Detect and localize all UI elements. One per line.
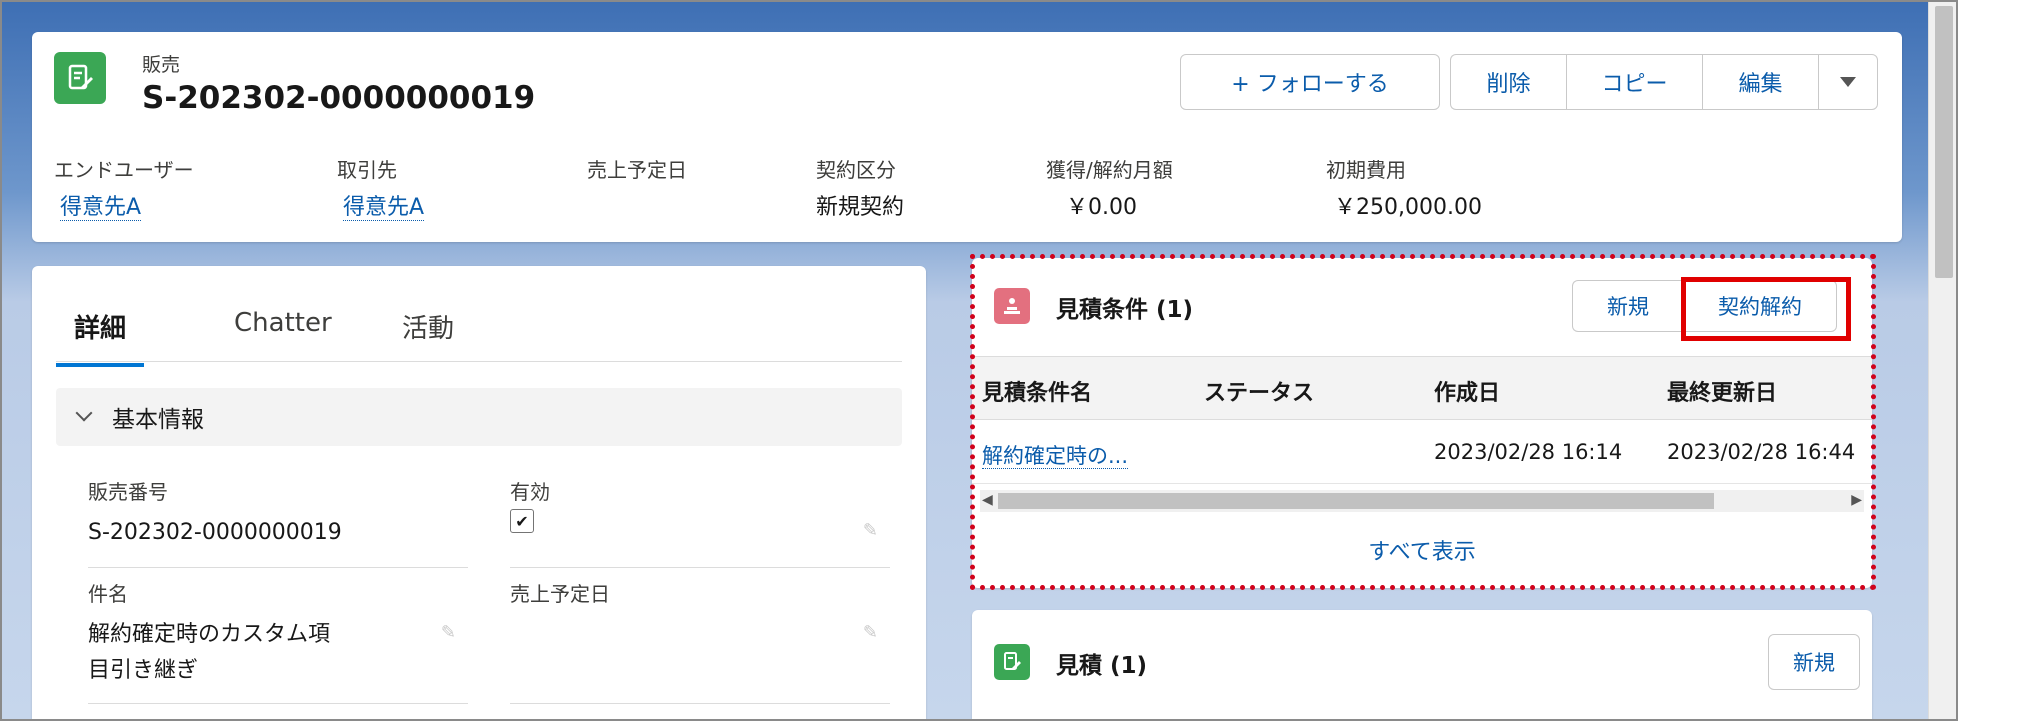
view-all-link[interactable]: すべて表示 (972, 534, 1872, 566)
sales-record-icon (54, 52, 106, 104)
object-label: 販売 (142, 54, 181, 76)
follow-button[interactable]: + フォローする (1180, 54, 1440, 110)
scroll-right-icon[interactable]: ▶ (1851, 492, 1862, 508)
screenshot-border (1956, 0, 1970, 721)
scroll-left-icon[interactable]: ◀ (982, 492, 993, 508)
vertical-scrollbar[interactable] (1928, 2, 1958, 719)
tab-activity[interactable]: 活動 (402, 308, 454, 363)
tab-chatter[interactable]: Chatter (234, 308, 332, 356)
highlight-label: 獲得/解約月額 (1046, 158, 1173, 182)
field-label: 売上予定日 (510, 582, 610, 606)
highlight-end-user: エンドユーザー 得意先A (54, 154, 194, 221)
field-sales-number: 販売番号 S-202302-0000000019 (88, 476, 468, 568)
action-button-group: 削除 コピー 編集 (1450, 54, 1878, 110)
subject-line-2: 目引き継ぎ (88, 658, 199, 683)
scrollbar-thumb[interactable] (1935, 6, 1953, 278)
pencil-icon[interactable]: ✎ (441, 622, 456, 643)
highlight-value: 新規契約 (816, 195, 905, 220)
more-actions-button[interactable] (1818, 54, 1878, 110)
tab-bar: 詳細 Chatter 活動 (56, 286, 902, 367)
field-subject: 件名 解約確定時のカスタム項 目引き継ぎ ✎ (88, 578, 468, 704)
section-title: 基本情報 (112, 407, 204, 433)
field-valid: 有効 ✔ ✎ (510, 476, 890, 568)
highlight-contract-type: 契約区分 新規契約 (816, 154, 904, 221)
column-header[interactable]: 作成日 (1434, 375, 1500, 407)
new-quote-condition-button[interactable]: 新規 (1572, 280, 1683, 332)
quotes-related-list: 見積 (1) 新規 (972, 610, 1872, 719)
highlight-initial-cost: 初期費用 ￥250,000.00 (1326, 154, 1482, 221)
section-basic-info[interactable]: 基本情報 (56, 388, 902, 446)
detail-panel: 詳細 Chatter 活動 基本情報 販売番号 S-202302-0000000… (32, 266, 926, 719)
table-header: 見積条件名 ステータス 作成日 最終更新日 (972, 356, 1872, 420)
highlight-label: エンドユーザー (54, 158, 194, 182)
quote-icon (994, 644, 1030, 680)
field-value: 解約確定時のカスタム項 目引き継ぎ (88, 617, 468, 689)
quote-conditions-related-list: 見積条件 (1) 新規 契約解約 見積条件名 ステータス 作成日 最終更新日 解… (972, 258, 1872, 588)
field-value: S-202302-0000000019 (88, 520, 342, 545)
delete-button[interactable]: 削除 (1450, 54, 1566, 110)
end-user-link[interactable]: 得意先A (60, 195, 142, 221)
highlight-monthly-amount: 獲得/解約月額 ￥0.00 (1046, 154, 1173, 221)
highlight-label: 取引先 (337, 158, 397, 182)
highlight-label: 契約区分 (816, 158, 896, 182)
related-list-title: 見積条件 (1) (1056, 297, 1194, 323)
field-label: 販売番号 (88, 480, 168, 504)
column-header[interactable]: ステータス (1204, 375, 1314, 407)
related-list-actions: 新規 契約解約 (1572, 280, 1837, 332)
tab-details[interactable]: 詳細 (56, 308, 145, 367)
table-row: 解約確定時の... 2023/02/28 16:14 2023/02/28 16… (972, 420, 1872, 484)
field-label: 件名 (88, 582, 128, 606)
updated-date-cell: 2023/02/28 16:44 (1667, 440, 1856, 464)
chevron-down-icon (1840, 77, 1856, 87)
highlight-value: ￥250,000.00 (1334, 195, 1482, 220)
highlight-label: 売上予定日 (587, 158, 687, 182)
subject-line-1: 解約確定時のカスタム項 (88, 622, 331, 647)
record-header: 販売 S-202302-0000000019 + フォローする 削除 コピー 編… (32, 32, 1902, 242)
quote-condition-link[interactable]: 解約確定時の... (982, 444, 1129, 469)
chevron-down-icon (75, 404, 93, 422)
scrollbar-thumb[interactable] (998, 493, 1714, 509)
related-list-title: 見積 (1) (1056, 653, 1148, 679)
highlight-sales-date: 売上予定日 (587, 154, 687, 189)
created-date-cell: 2023/02/28 16:14 (1434, 440, 1623, 464)
field-label: 有効 (510, 480, 550, 504)
column-header[interactable]: 最終更新日 (1667, 375, 1777, 407)
new-quote-button[interactable]: 新規 (1768, 634, 1860, 690)
quote-condition-icon (994, 288, 1030, 324)
contract-cancel-button[interactable]: 契約解約 (1683, 280, 1837, 332)
highlight-value: ￥0.00 (1066, 195, 1137, 220)
app-frame: 販売 S-202302-0000000019 + フォローする 削除 コピー 編… (0, 0, 1970, 721)
copy-button[interactable]: コピー (1566, 54, 1702, 110)
pencil-icon[interactable]: ✎ (863, 622, 878, 643)
horizontal-scrollbar[interactable]: ◀ ▶ (980, 490, 1864, 512)
column-header[interactable]: 見積条件名 (982, 375, 1092, 407)
edit-button[interactable]: 編集 (1702, 54, 1818, 110)
field-sales-date: 売上予定日 ✎ (510, 578, 890, 704)
pencil-icon[interactable]: ✎ (863, 520, 878, 541)
valid-checkbox: ✔ (510, 509, 534, 533)
account-link[interactable]: 得意先A (343, 195, 425, 221)
highlight-account: 取引先 得意先A (337, 154, 425, 221)
record-title: S-202302-0000000019 (142, 80, 536, 116)
highlight-label: 初期費用 (1326, 158, 1406, 182)
